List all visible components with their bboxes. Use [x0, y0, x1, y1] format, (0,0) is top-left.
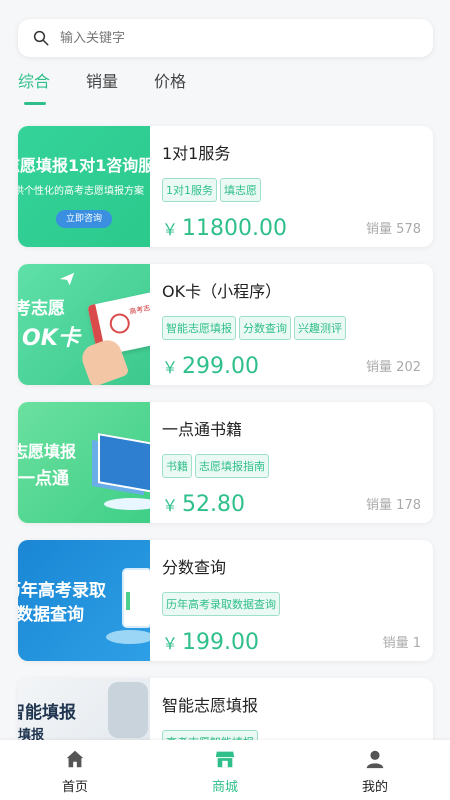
home-icon: [66, 750, 84, 768]
thumb-headline: 历年高考录取: [18, 581, 106, 601]
product-tag: 1对1服务: [162, 178, 217, 202]
thumb-cta: 立即咨询: [56, 210, 112, 228]
thumb-headline: 考志愿: [18, 299, 65, 319]
user-icon: [366, 750, 384, 769]
product-card[interactable]: 志愿填报1对1咨询服务 提供个性化的高考志愿填报方案 立即咨询 1对1服务 1对…: [18, 126, 433, 247]
search-input[interactable]: [60, 30, 400, 46]
thumb-headline: 智能填报: [18, 703, 76, 723]
product-price: ￥ 299.00: [162, 354, 259, 379]
product-price: ￥ 52.80: [162, 492, 245, 517]
product-tags: 1对1服务 填志愿: [162, 178, 433, 202]
chart-graphic: [126, 592, 130, 610]
hand-graphic: [108, 682, 148, 738]
product-sales: 销量 1: [382, 636, 421, 651]
product-title: 1对1服务: [162, 144, 231, 163]
price-value: 299.00: [182, 354, 259, 379]
product-tag: 书籍: [162, 454, 192, 478]
product-title: 智能志愿填报: [162, 696, 259, 715]
thumb-card-text: 高考志愿: [128, 302, 150, 317]
base-graphic: [106, 630, 150, 644]
app-root: 综合 销量 价格 志愿填报1对1咨询服务 提供个性化的高考志愿填报方案 立即咨询…: [0, 0, 450, 800]
currency-symbol: ￥: [162, 634, 179, 653]
thumb-headline: 志愿填报: [18, 442, 77, 461]
product-info: OK卡（小程序） 智能志愿填报 分数查询 兴趣测评 ￥ 299.00 销量 202: [150, 264, 433, 385]
price-value: 52.80: [182, 492, 245, 517]
paper-plane-icon: [59, 272, 75, 286]
nav-profile[interactable]: 我的: [300, 740, 450, 800]
tab-comprehensive[interactable]: 综合: [18, 68, 50, 108]
product-card[interactable]: 考志愿 OK卡 高考志愿 OK卡（小程序） 智能志愿填报 分数查询 兴趣测评 ￥…: [18, 264, 433, 385]
product-tag: 填志愿: [220, 178, 261, 202]
store-icon: [215, 751, 235, 768]
currency-symbol: ￥: [162, 358, 179, 377]
price-value: 11800.00: [182, 216, 287, 241]
product-title: 一点通书籍: [162, 420, 243, 439]
thumb-subline: 数据查询: [18, 605, 84, 625]
bottom-nav: 首页 商城 我的: [0, 740, 450, 800]
product-card[interactable]: 历年高考录取 数据查询 分数查询 历年高考录取数据查询 ￥199.00 销量 1: [18, 540, 433, 661]
thumb-subline: 一点通: [18, 469, 69, 489]
nav-profile-label: 我的: [361, 780, 388, 795]
book-graphic: [98, 433, 150, 493]
nav-home-label: 首页: [61, 780, 88, 795]
thumb-headline: 志愿填报1对1咨询服务: [18, 156, 150, 175]
product-tag: 智能志愿填报: [162, 316, 236, 340]
product-image: 志愿填报 一点通: [18, 402, 150, 523]
product-tag: 历年高考录取数据查询: [162, 592, 280, 616]
thumb-subline: 提供个性化的高考志愿填报方案: [18, 186, 144, 197]
product-list: 志愿填报1对1咨询服务 提供个性化的高考志愿填报方案 立即咨询 1对1服务 1对…: [18, 126, 433, 800]
product-card[interactable]: 志愿填报 一点通 一点通书籍 书籍 志愿填报指南 ￥ 52.80 销量 178: [18, 402, 433, 523]
nav-home[interactable]: 首页: [0, 740, 150, 800]
product-tag: 兴趣测评: [294, 316, 346, 340]
search-icon: [33, 30, 49, 46]
thumb-subline: OK卡: [22, 326, 80, 351]
product-tag: 分数查询: [239, 316, 291, 340]
product-title: 分数查询: [162, 558, 227, 577]
book-stand-graphic: [104, 498, 150, 510]
tab-price[interactable]: 价格: [154, 68, 186, 108]
tab-sales[interactable]: 销量: [86, 68, 118, 108]
nav-store[interactable]: 商城: [150, 740, 300, 800]
currency-symbol: ￥: [162, 220, 179, 239]
product-price: ￥ 11800.00: [162, 216, 287, 241]
product-image: 志愿填报1对1咨询服务 提供个性化的高考志愿填报方案 立即咨询: [18, 126, 150, 247]
product-image: 考志愿 OK卡 高考志愿: [18, 264, 150, 385]
search-bar[interactable]: [18, 19, 433, 57]
product-info: 分数查询 历年高考录取数据查询 ￥ 199.00 销量 1: [150, 540, 433, 661]
product-price: ￥ 199.00: [162, 630, 259, 655]
product-tags: 历年高考录取数据查询: [162, 592, 433, 616]
sort-tabs: 综合 销量 价格: [18, 68, 222, 108]
product-tags: 书籍 志愿填报指南: [162, 454, 433, 478]
currency-symbol: ￥: [162, 496, 179, 515]
product-tags: 智能志愿填报 分数查询 兴趣测评: [162, 316, 433, 340]
nav-store-label: 商城: [211, 780, 238, 795]
product-sales: 销量 202: [366, 360, 421, 375]
product-sales: 销量 578: [366, 222, 421, 237]
product-image: 历年高考录取 数据查询: [18, 540, 150, 661]
product-info: 1对1服务 1对1服务 填志愿 ￥ 11800.00 销量 578: [150, 126, 433, 247]
product-tag: 志愿填报指南: [195, 454, 269, 478]
product-info: 一点通书籍 书籍 志愿填报指南 ￥ 52.80 销量 178: [150, 402, 433, 523]
price-value: 199.00: [182, 630, 259, 655]
product-title: OK卡（小程序）: [162, 282, 282, 301]
product-sales: 销量 178: [366, 498, 421, 513]
